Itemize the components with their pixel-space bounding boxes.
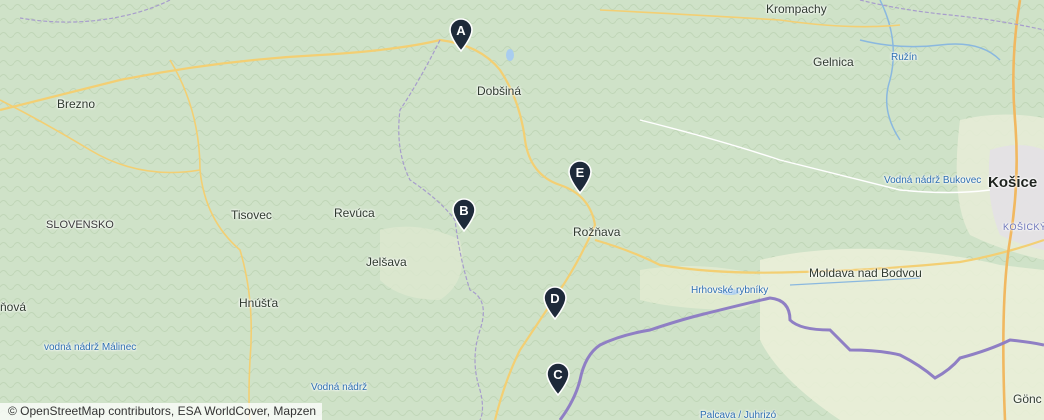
marker-c[interactable]: C	[545, 362, 571, 396]
marker-letter: A	[456, 23, 466, 38]
label-malinec: vodná nádrž Málinec	[44, 342, 137, 353]
label-brezno: Brezno	[57, 97, 96, 111]
label-hnusta: Hnúšťa	[239, 296, 279, 310]
label-roznava: Rožňava	[573, 225, 621, 239]
marker-letter: C	[553, 367, 563, 382]
label-gelnica: Gelnica	[813, 55, 854, 69]
label-gonc: Gönc	[1013, 392, 1042, 406]
marker-b[interactable]: B	[451, 198, 477, 232]
label-rimavska: ňová	[0, 300, 27, 314]
label-slovensko: SLOVENSKO	[46, 219, 114, 231]
label-hrhov: Hrhovské rybníky	[691, 285, 769, 296]
label-kosicky: KOŠICKÝ	[1003, 222, 1044, 232]
label-ruzin: Ružín	[891, 52, 918, 63]
label-revuca: Revúca	[334, 206, 375, 220]
map-attribution[interactable]: © OpenStreetMap contributors, ESA WorldC…	[0, 403, 323, 420]
label-palcava: Palcava / Juhrizó	[700, 410, 777, 420]
label-vodna-nadrz: Vodná nádrž	[311, 382, 368, 393]
label-krompachy: Krompachy	[766, 2, 827, 16]
label-bukovec: Vodná nádrž Bukovec	[884, 175, 982, 186]
label-moldava: Moldava nad Bodvou	[809, 266, 922, 280]
label-kosice: Košice	[988, 174, 1038, 191]
marker-d[interactable]: D	[542, 286, 568, 320]
marker-a[interactable]: A	[448, 18, 474, 52]
marker-letter: B	[459, 203, 469, 218]
label-jelsava: Jelšava	[366, 255, 407, 269]
map-terrain	[0, 0, 1044, 420]
label-tisovec: Tisovec	[231, 208, 272, 222]
marker-e[interactable]: E	[567, 160, 593, 194]
map-canvas[interactable]: Krompachy Gelnica Ružín Brezno Dobšiná K…	[0, 0, 1044, 420]
label-dobsina: Dobšiná	[477, 84, 522, 98]
marker-letter: D	[550, 291, 560, 306]
marker-letter: E	[575, 165, 585, 180]
